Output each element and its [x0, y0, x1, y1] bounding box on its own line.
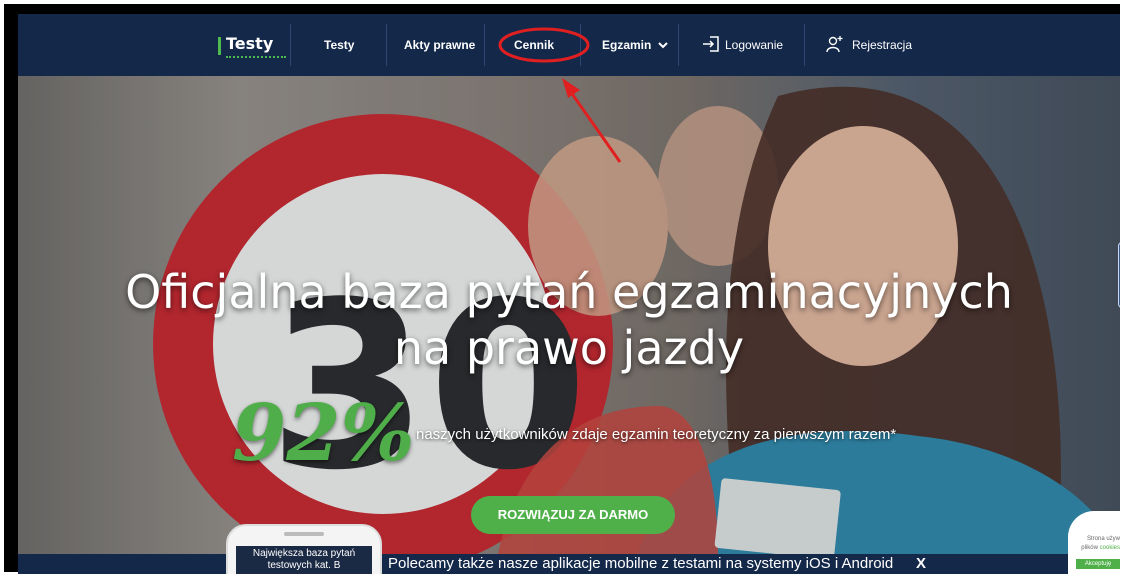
nav-divider [804, 24, 805, 66]
logo-mark [218, 37, 221, 55]
success-percentage: 92% [232, 388, 415, 479]
cookie-text: Strona używ plików cookies [1074, 535, 1120, 553]
nav-item-testy[interactable]: Testy [324, 38, 354, 52]
app-promo-bar: Polecamy także nasze aplikacje mobilne z… [18, 554, 1120, 574]
phone-screen: Największa baza pytań testowych kat. B [236, 546, 372, 574]
chevron-down-icon [657, 42, 668, 49]
site-logo[interactable]: Testy [218, 34, 286, 58]
success-description: naszych użytkowników zdaje egzamin teore… [416, 426, 897, 443]
nav-item-egzamin[interactable]: Egzamin [602, 38, 668, 52]
phone-caption-line1: Największa baza pytań [252, 548, 356, 559]
side-feedback-tab[interactable] [1118, 242, 1120, 308]
cookie-text-line2: plików cookies [1074, 544, 1120, 553]
cookie-text-line1: Strona używ [1086, 536, 1120, 542]
hero-headline-line1: Oficjalna baza pytań egzaminacyjnych [125, 265, 1013, 319]
cookie-text-files: plików [1081, 545, 1098, 551]
screenshot-frame: Testy Testy Akty prawne Cennik Egzamin L… [4, 4, 1120, 574]
phone-mockup: Największa baza pytań testowych kat. B [226, 524, 382, 574]
annotation-arrow [562, 78, 622, 163]
phone-speaker [284, 532, 324, 536]
login-icon [703, 36, 719, 52]
nav-item-logowanie[interactable]: Logowanie [725, 38, 783, 52]
hero-headline-line2: na prawo jazdy [393, 321, 745, 375]
cookie-policy-link[interactable]: cookies [1100, 545, 1120, 551]
nav-divider [386, 24, 387, 66]
egzamin-label: Egzamin [602, 38, 652, 52]
app-promo-text: Polecamy także nasze aplikacje mobilne z… [388, 555, 894, 572]
register-user-icon [826, 36, 843, 53]
nav-divider [484, 24, 485, 66]
cookie-notice: Strona używ plików cookies Akceptuję [1068, 511, 1120, 574]
nav-item-rejestracja[interactable]: Rejestracja [852, 38, 912, 52]
browser-viewport: Testy Testy Akty prawne Cennik Egzamin L… [18, 14, 1120, 574]
hero-section: 30 Oficjalna baza pytań egzaminacyjnych … [18, 76, 1120, 554]
nav-divider [290, 24, 291, 66]
nav-item-akty-prawne[interactable]: Akty prawne [404, 38, 475, 52]
solve-free-button[interactable]: ROZWIĄZUJ ZA DARMO [471, 496, 675, 534]
logo-text: Testy [226, 34, 274, 53]
logo-underline [226, 56, 286, 61]
cookie-accept-button[interactable]: Akceptuję [1076, 559, 1120, 569]
nav-divider [678, 24, 679, 66]
phone-caption-line2: testowych kat. B [267, 560, 341, 571]
annotation-highlight-circle [498, 27, 590, 63]
phone-caption: Największa baza pytań testowych kat. B [236, 548, 372, 572]
close-promo-button[interactable]: X [916, 555, 926, 572]
